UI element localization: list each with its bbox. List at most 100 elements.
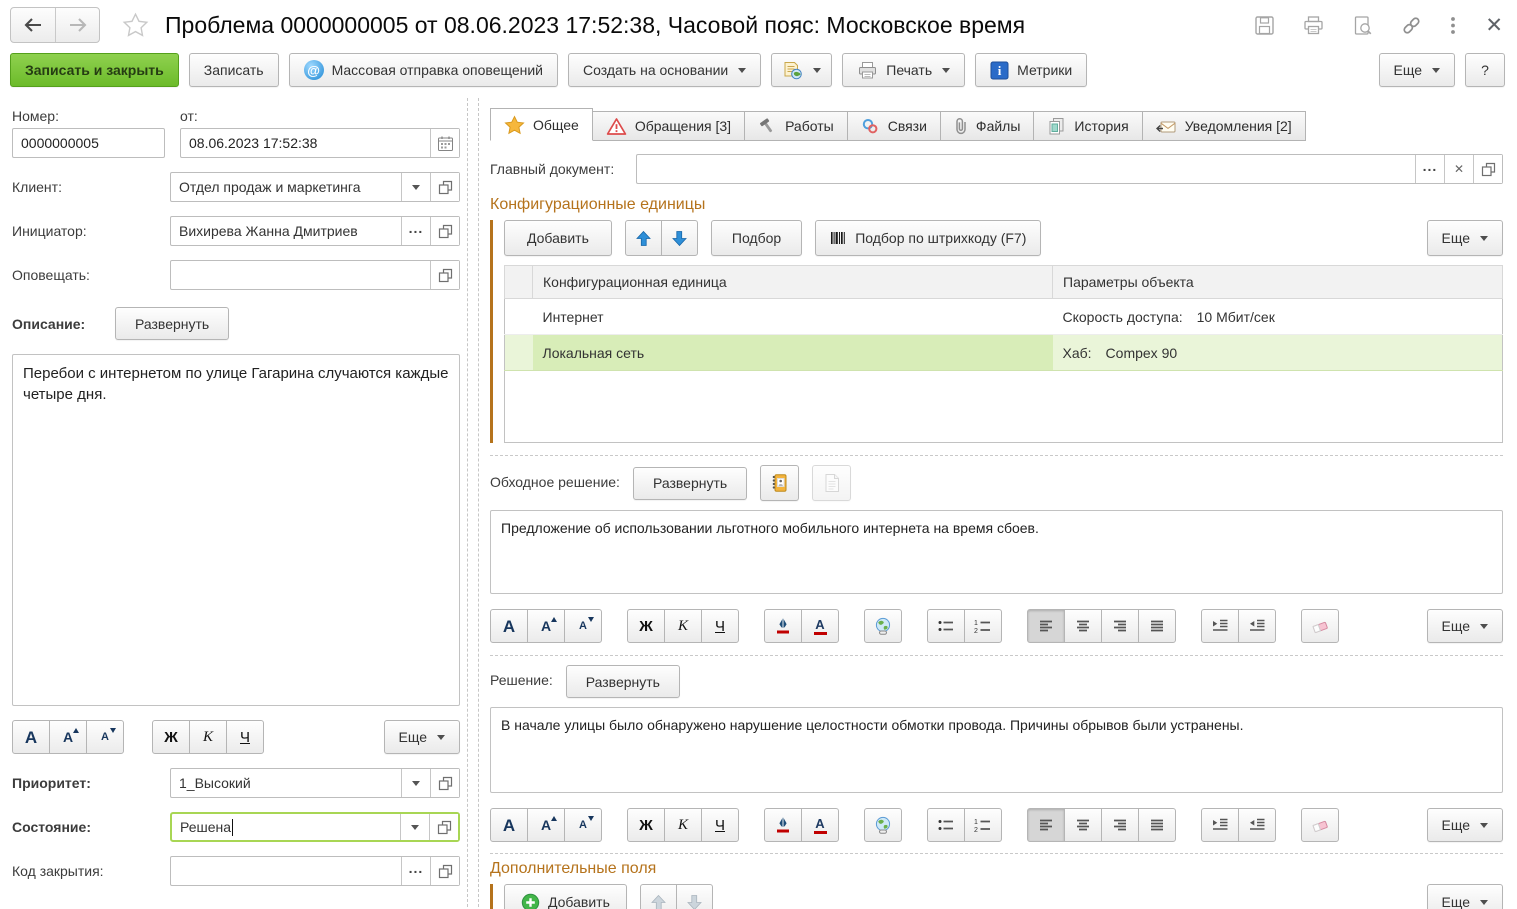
nav-forward-button[interactable] — [55, 8, 99, 42]
table-more-button[interactable]: Еще — [1427, 220, 1504, 256]
add-config-unit-button[interactable]: Добавить — [504, 220, 612, 256]
client-value[interactable]: Отдел продаж и маркетинга — [171, 173, 401, 201]
favorite-star-icon[interactable] — [122, 12, 149, 38]
state-dropdown-button[interactable] — [400, 814, 429, 840]
client-dropdown-button[interactable] — [401, 173, 430, 201]
column-header-params[interactable]: Параметры объекта — [1053, 266, 1503, 299]
table-row[interactable]: ИнтернетСкорость доступа:10 Мбит/сек — [505, 299, 1503, 335]
close-code-ellipsis-button[interactable]: ... — [401, 857, 430, 885]
highlight-color-button[interactable] — [764, 609, 802, 643]
align-center-button[interactable] — [1064, 808, 1102, 842]
indent-increase-button[interactable] — [1201, 609, 1239, 643]
notify-input[interactable] — [171, 261, 430, 289]
initiator-ellipsis-button[interactable]: ... — [401, 217, 430, 245]
expand-workaround-button[interactable]: Развернуть — [633, 467, 747, 500]
font-button[interactable]: A — [490, 808, 528, 842]
insert-link-button[interactable] — [864, 609, 902, 643]
priority-value[interactable]: 1_Высокий — [171, 769, 401, 797]
main-document-clear-button[interactable]: ✕ — [1444, 155, 1473, 183]
format-more-button[interactable]: Еще — [1427, 609, 1504, 643]
nav-back-button[interactable] — [11, 8, 55, 42]
bold-button[interactable]: Ж — [152, 720, 190, 754]
object-params-cell[interactable]: Скорость доступа:10 Мбит/сек — [1053, 299, 1503, 335]
calendar-button[interactable] — [430, 129, 459, 157]
highlight-color-button[interactable] — [764, 808, 802, 842]
notify-open-button[interactable] — [430, 261, 459, 289]
config-unit-cell[interactable]: Локальная сеть — [533, 335, 1053, 371]
create-based-on-button[interactable]: Создать на основании — [568, 53, 761, 87]
font-color-button[interactable]: A — [801, 808, 839, 842]
initiator-value[interactable]: Вихирева Жанна Дмитриев — [171, 217, 401, 245]
more-button[interactable]: Еще — [1379, 53, 1456, 87]
more-vertical-icon[interactable] — [1450, 15, 1456, 36]
print-preview-icon[interactable] — [1352, 15, 1373, 36]
main-document-open-button[interactable] — [1473, 155, 1502, 183]
workaround-textarea[interactable]: Предложение об использовании льготного м… — [490, 510, 1503, 594]
solution-textarea[interactable]: В начале улицы было обнаружено нарушение… — [490, 707, 1503, 793]
mass-notification-button[interactable]: @ Массовая отправка оповещений — [289, 53, 558, 87]
column-header-selector[interactable] — [505, 266, 533, 299]
italic-button[interactable]: К — [664, 808, 702, 842]
align-right-button[interactable] — [1101, 609, 1139, 643]
indent-decrease-button[interactable] — [1238, 808, 1276, 842]
knowledge-base-button[interactable] — [760, 465, 799, 501]
save-icon[interactable] — [1254, 15, 1275, 36]
font-smaller-button[interactable]: A — [564, 808, 602, 842]
close-code-input[interactable] — [171, 857, 401, 885]
metrics-button[interactable]: i Метрики — [975, 53, 1087, 87]
font-larger-button[interactable]: A — [49, 720, 87, 754]
font-larger-button[interactable]: A — [527, 808, 565, 842]
expand-solution-button[interactable]: Развернуть — [566, 665, 680, 698]
save-button[interactable]: Записать — [189, 53, 279, 87]
bold-button[interactable]: Ж — [627, 609, 665, 643]
align-left-button[interactable] — [1027, 808, 1065, 842]
align-center-button[interactable] — [1064, 609, 1102, 643]
add-extra-field-button[interactable]: Добавить — [504, 884, 627, 909]
font-button[interactable]: A — [490, 609, 528, 643]
column-header-unit[interactable]: Конфигурационная единица — [533, 266, 1053, 299]
italic-button[interactable]: К — [189, 720, 227, 754]
italic-button[interactable]: К — [664, 609, 702, 643]
underline-button[interactable]: Ч — [226, 720, 264, 754]
description-textarea[interactable]: Перебои с интернетом по улице Гагарина с… — [12, 354, 460, 706]
move-down-button-disabled[interactable] — [676, 884, 713, 909]
print-icon[interactable] — [1302, 15, 1325, 36]
tab-works[interactable]: Работы — [744, 111, 848, 141]
clear-format-button[interactable] — [1301, 609, 1339, 643]
pick-button[interactable]: Подбор — [711, 220, 802, 256]
pick-by-barcode-button[interactable]: Подбор по штрихкоду (F7) — [815, 220, 1041, 256]
attached-files-dropdown-button[interactable] — [771, 53, 832, 87]
table-row[interactable]: Локальная сетьХаб:Compex 90 — [505, 335, 1503, 371]
bold-button[interactable]: Ж — [627, 808, 665, 842]
close-code-open-button[interactable] — [430, 857, 459, 885]
move-up-button[interactable] — [625, 220, 662, 256]
format-more-button[interactable]: Еще — [384, 720, 461, 754]
print-menu-button[interactable]: Печать — [842, 53, 965, 87]
save-and-close-button[interactable]: Записать и закрыть — [10, 53, 179, 87]
tab-files[interactable]: Файлы — [940, 111, 1034, 141]
clear-format-button[interactable] — [1301, 808, 1339, 842]
template-document-button[interactable] — [812, 465, 851, 501]
extra-fields-more-button[interactable]: Еще — [1427, 884, 1504, 909]
format-more-button[interactable]: Еще — [1427, 808, 1504, 842]
numbered-list-button[interactable]: 12 — [964, 609, 1002, 643]
tab-history[interactable]: История — [1033, 111, 1142, 141]
panel-splitter[interactable] — [467, 98, 479, 907]
underline-button[interactable]: Ч — [701, 808, 739, 842]
client-open-button[interactable] — [430, 173, 459, 201]
bullet-list-button[interactable] — [927, 808, 965, 842]
state-open-button[interactable] — [429, 814, 458, 840]
number-input[interactable] — [13, 129, 164, 157]
tab-general[interactable]: Общее — [490, 108, 593, 141]
numbered-list-button[interactable]: 12 — [964, 808, 1002, 842]
indent-increase-button[interactable] — [1201, 808, 1239, 842]
underline-button[interactable]: Ч — [701, 609, 739, 643]
font-color-button[interactable]: A — [801, 609, 839, 643]
main-document-ellipsis-button[interactable]: ... — [1415, 155, 1444, 183]
tab-notifications[interactable]: Уведомления [2] — [1142, 111, 1306, 141]
align-right-button[interactable] — [1101, 808, 1139, 842]
close-window-button[interactable]: ✕ — [1483, 15, 1505, 36]
font-smaller-button[interactable]: A — [86, 720, 124, 754]
move-down-button[interactable] — [661, 220, 698, 256]
tab-appeals[interactable]: Обращения [3] — [592, 111, 745, 141]
